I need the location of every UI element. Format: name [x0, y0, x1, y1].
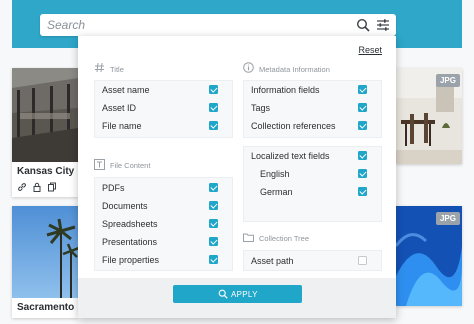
option-pdfs[interactable]: PDFs: [95, 179, 232, 197]
link-icon[interactable]: [17, 182, 27, 192]
option-spreadsheets[interactable]: Spreadsheets: [95, 215, 232, 233]
option-asset-name[interactable]: Asset name: [95, 81, 232, 99]
checkbox[interactable]: [209, 201, 218, 210]
asset-card-title: Sacramento: [17, 302, 75, 313]
asset-thumbnail: [12, 206, 78, 298]
lock-icon[interactable]: [32, 182, 42, 192]
asset-card-kansas-city[interactable]: Kansas City: [12, 68, 78, 197]
checkbox[interactable]: [358, 256, 367, 265]
file-content-options: PDFs Documents Spreadsheets Presentation…: [94, 177, 233, 271]
checkbox[interactable]: [209, 85, 218, 94]
option-collection-references[interactable]: Collection references: [244, 117, 381, 135]
checkbox[interactable]: [358, 103, 367, 112]
option-german[interactable]: German: [244, 183, 381, 201]
asset-card-title: Kansas City: [17, 166, 75, 177]
section-title: Metadata Information: [259, 65, 330, 74]
info-icon: [243, 62, 254, 73]
apply-button[interactable]: APPLY: [173, 285, 302, 303]
option-file-name[interactable]: File name: [95, 117, 232, 135]
localized-text-options: Localized text fields English German: [243, 146, 382, 222]
checkbox[interactable]: [358, 187, 367, 196]
title-options: Asset name Asset ID File name: [94, 80, 233, 138]
checkbox[interactable]: [209, 103, 218, 112]
option-documents[interactable]: Documents: [95, 197, 232, 215]
panel-footer: APPLY: [78, 278, 396, 318]
search-icon[interactable]: [356, 18, 370, 32]
checkbox[interactable]: [209, 219, 218, 228]
option-tags[interactable]: Tags: [244, 99, 381, 117]
checkbox[interactable]: [358, 151, 367, 160]
asset-card-sacramento[interactable]: Sacramento: [12, 206, 78, 318]
search-placeholder: Search: [47, 18, 86, 32]
asset-card-restaurant[interactable]: JPG: [396, 68, 462, 164]
section-title: Title: [110, 65, 124, 74]
file-type-badge: JPG: [435, 74, 460, 87]
option-information-fields[interactable]: Information fields: [244, 81, 381, 99]
checkbox[interactable]: [358, 85, 367, 94]
option-asset-path[interactable]: Asset path: [244, 252, 381, 270]
checkbox[interactable]: [358, 121, 367, 130]
text-icon: [94, 159, 105, 170]
checkbox[interactable]: [209, 183, 218, 192]
option-file-properties[interactable]: File properties: [95, 251, 232, 269]
filter-settings-icon[interactable]: [376, 18, 390, 32]
hash-icon: [95, 62, 104, 73]
collection-tree-options: Asset path: [243, 250, 382, 271]
asset-thumbnail: [12, 68, 78, 162]
search-icon: [218, 289, 228, 299]
search-filter-panel: Reset Title Asset name Asset ID File nam…: [78, 36, 396, 318]
checkbox[interactable]: [209, 121, 218, 130]
checkbox[interactable]: [209, 255, 218, 264]
search-input[interactable]: Search: [40, 14, 396, 36]
option-localized-text-fields[interactable]: Localized text fields: [244, 147, 381, 165]
section-title: Collection Tree: [259, 234, 310, 243]
folder-icon: [243, 233, 254, 242]
metadata-options: Information fields Tags Collection refer…: [243, 80, 382, 138]
checkbox[interactable]: [209, 237, 218, 246]
section-title: File Content: [110, 161, 151, 170]
apply-label: APPLY: [231, 290, 258, 299]
option-english[interactable]: English: [244, 165, 381, 183]
copy-icon[interactable]: [47, 182, 57, 192]
checkbox[interactable]: [358, 169, 367, 178]
file-type-badge: JPG: [435, 212, 460, 225]
asset-card-abstract[interactable]: JPG: [396, 206, 462, 306]
reset-link[interactable]: Reset: [358, 45, 382, 55]
option-presentations[interactable]: Presentations: [95, 233, 232, 251]
option-asset-id[interactable]: Asset ID: [95, 99, 232, 117]
